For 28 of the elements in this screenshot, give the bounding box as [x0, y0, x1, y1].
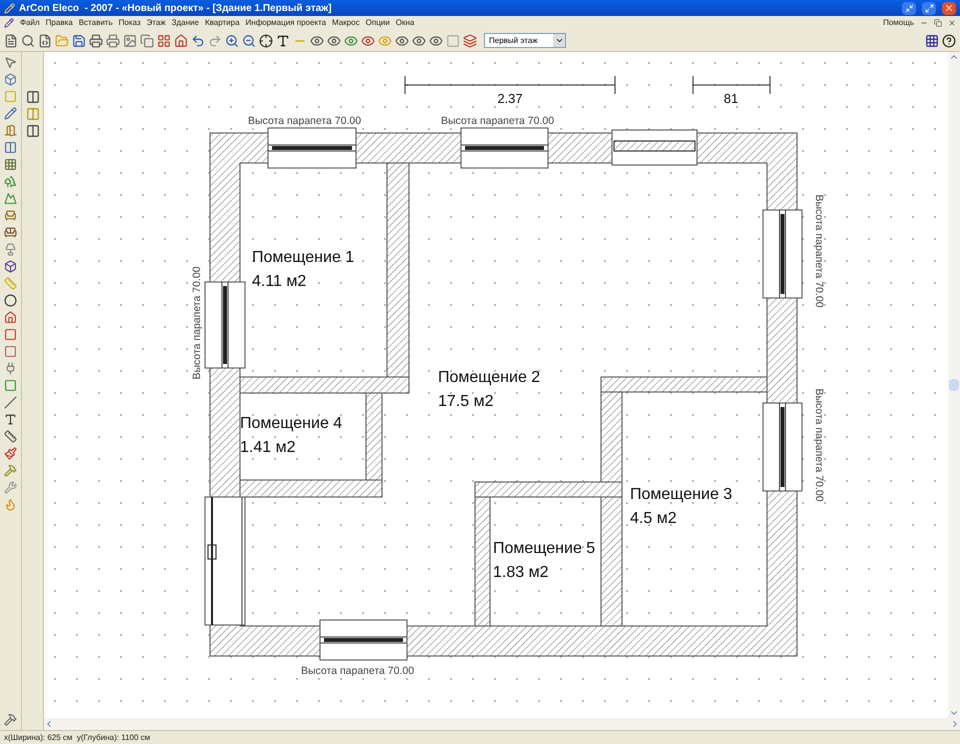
parapet-height-label: Высота парапета 70.00 [191, 266, 203, 380]
parapet-height-label: Высота парапета 70.00 [813, 194, 825, 308]
menu-item[interactable]: Показ [118, 19, 141, 27]
room-label: Помещение 5 1.83 м2 [493, 540, 596, 581]
status-text: x(Ширина): 625 см y(Глубина): 1100 см [4, 732, 150, 744]
menu-item[interactable]: Информация проекта [246, 19, 326, 27]
menu-item[interactable]: Макрос [332, 19, 360, 27]
dimension-value: 81 [724, 91, 738, 106]
room-label: Помещение 2 17.5 м2 [438, 369, 540, 410]
menu-item[interactable]: Файл [20, 19, 40, 27]
floor-dropdown[interactable]: Первый этаж [484, 33, 566, 48]
parapet-height-label: Высота парапета 70.00 [813, 388, 825, 502]
parapet-height-label: Высота парапета 70.00 [301, 665, 414, 677]
dimension-value: 2.37 [497, 91, 523, 106]
menu-item[interactable]: Окна [396, 19, 414, 27]
menu-item[interactable]: Здание [172, 19, 199, 27]
room-label: Помещение 4 1.41 м2 [240, 415, 342, 456]
room-label: Помещение 1 4.11 м2 [252, 249, 354, 290]
room-label: Помещение 3 4.5 м2 [630, 486, 732, 527]
menu-item[interactable]: Квартира [204, 19, 240, 27]
parapet-height-label: Высота парапета 70.00 [248, 115, 362, 127]
help-menu[interactable]: Помощь [883, 17, 914, 29]
window-title: ArCon Eleco - 2007 - «Новый проект» - [Здание 1.Первый этаж] [19, 2, 332, 16]
menu-item[interactable]: Правка [46, 19, 73, 27]
menu-item[interactable]: Вставить [78, 19, 113, 27]
menu-item[interactable]: Этаж [146, 19, 166, 27]
parapet-height-label: Высота парапета 70.00 [441, 115, 554, 127]
menu-item[interactable]: Опции [366, 19, 390, 27]
